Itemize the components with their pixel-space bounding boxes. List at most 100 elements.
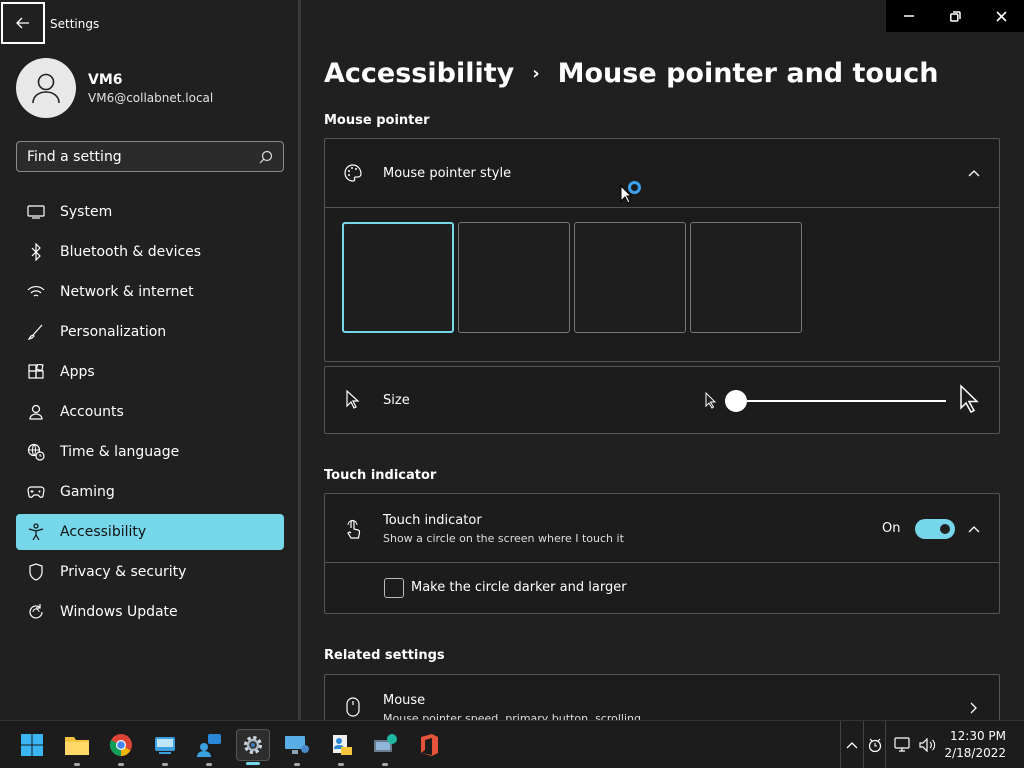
taskbar-app-1[interactable] [148,729,182,766]
sidebar-item-label: Apps [60,364,95,380]
page-title: Mouse pointer and touch [557,58,939,89]
section-touch-indicator: Touch indicator [324,468,437,483]
running-indicator [382,763,388,766]
mouse-pointer-style-card: Mouse pointer style [324,138,1000,362]
pointer-style-custom[interactable] [690,222,802,333]
tray-app-icon[interactable] [864,721,886,768]
toggle-state-label: On [882,521,901,536]
chevron-up-icon [846,742,858,749]
sidebar-item-label: Accounts [60,404,124,420]
mouse-pointer-style-label: Mouse pointer style [383,166,512,181]
sidebar-item-label: Time & language [60,444,180,460]
small-cursor-icon [705,391,717,414]
taskbar-app-3[interactable] [280,729,314,766]
size-card: Size [324,366,1000,434]
back-button[interactable] [1,2,45,44]
breadcrumb-parent[interactable]: Accessibility [324,58,514,89]
darker-circle-checkbox[interactable] [384,578,404,598]
taskbar-app-4[interactable] [324,729,358,766]
minimize-icon [904,15,914,17]
person-icon [32,73,60,104]
section-mouse-pointer: Mouse pointer [324,113,430,128]
taskbar-chrome[interactable] [104,729,138,766]
taskbar-app-5[interactable] [368,729,402,766]
accessibility-icon [26,522,46,542]
section-related-settings: Related settings [324,648,445,663]
mouse-pointer-style-header[interactable]: Mouse pointer style [325,139,999,207]
pointer-style-inverted[interactable] [574,222,686,333]
sidebar-item-accounts[interactable]: Accounts [16,394,284,430]
close-button[interactable] [978,0,1024,32]
bluetooth-icon [26,242,46,262]
app-window-icon [155,737,175,754]
mouse-settings-description: Mouse pointer speed, primary button, scr… [383,712,641,720]
size-label: Size [383,393,410,408]
card-divider [325,562,999,563]
person-icon [26,402,46,422]
pointer-style-black[interactable] [458,222,570,333]
network-status-button[interactable] [893,721,913,768]
touch-indicator-toggle[interactable] [915,519,955,539]
sidebar-item-network[interactable]: Network & internet [16,274,284,310]
touch-indicator-label: Touch indicator [383,513,482,528]
main-content: Accessibility › Mouse pointer and touch … [301,0,1024,720]
chevron-up-icon[interactable] [967,166,981,180]
volume-button[interactable] [918,721,938,768]
taskbar: 12:30 PM 2/18/2022 [0,720,1024,768]
mouse-settings-link[interactable]: Mouse Mouse pointer speed, primary butto… [324,674,1000,720]
alarm-clock-icon [868,738,881,753]
touch-indicator-card: Touch indicator Show a circle on the scr… [324,493,1000,614]
globe-clock-icon [26,442,46,462]
search-input[interactable]: Find a setting [27,149,259,165]
taskbar-app-2[interactable] [192,729,226,766]
minimize-button[interactable] [886,0,932,32]
sidebar-item-privacy[interactable]: Privacy & security [16,554,284,590]
chrome-icon [109,734,132,756]
restore-button[interactable] [932,0,978,32]
sidebar-item-time-language[interactable]: Time & language [16,434,284,470]
folder-icon [65,737,89,755]
remote-desktop-icon [285,736,309,754]
sidebar-item-bluetooth[interactable]: Bluetooth & devices [16,234,284,270]
sidebar-item-label: Gaming [60,484,115,500]
breadcrumb: Accessibility › Mouse pointer and touch [324,58,938,89]
sidebar-item-system[interactable]: System [16,194,284,230]
sidebar-item-gaming[interactable]: Gaming [16,474,284,510]
clock-time: 12:30 PM [950,729,1006,743]
sidebar: Settings VM6 VM6@collabnet.local Find a … [0,0,298,720]
start-button[interactable] [15,729,49,761]
sidebar-item-personalization[interactable]: Personalization [16,314,284,350]
sidebar-item-accessibility[interactable]: Accessibility [16,514,284,550]
clock-date: 2/18/2022 [944,746,1006,760]
close-icon [995,10,1007,22]
search-icon[interactable] [259,150,273,164]
large-cursor-icon [959,384,979,418]
chevron-up-icon[interactable] [967,522,981,536]
card-divider [325,207,999,208]
taskbar-clock[interactable]: 12:30 PM 2/18/2022 [944,728,1006,762]
sidebar-item-label: Windows Update [60,604,178,620]
apps-icon [26,362,46,382]
taskbar-file-explorer[interactable] [60,729,94,766]
sidebar-item-windows-update[interactable]: Windows Update [16,594,284,630]
running-indicator [162,763,168,766]
running-indicator [338,763,344,766]
toggle-knob [940,524,950,534]
avatar[interactable] [16,58,76,118]
size-slider-thumb[interactable] [725,390,747,412]
taskbar-office[interactable] [412,729,446,761]
network-icon [894,737,910,752]
cursor-icon [343,390,363,410]
sidebar-item-label: Bluetooth & devices [60,244,202,260]
sidebar-item-label: Privacy & security [60,564,187,580]
size-slider-track[interactable] [735,400,946,402]
show-hidden-icons-button[interactable] [840,721,864,768]
search-box[interactable]: Find a setting [16,141,284,172]
pointer-style-white[interactable] [342,222,454,333]
sidebar-item-apps[interactable]: Apps [16,354,284,390]
nav-list: System Bluetooth & devices Network & int… [16,194,284,634]
taskbar-settings[interactable] [236,729,270,765]
darker-circle-label: Make the circle darker and larger [411,580,627,595]
running-indicator [74,763,80,766]
people-chat-icon [197,734,221,757]
